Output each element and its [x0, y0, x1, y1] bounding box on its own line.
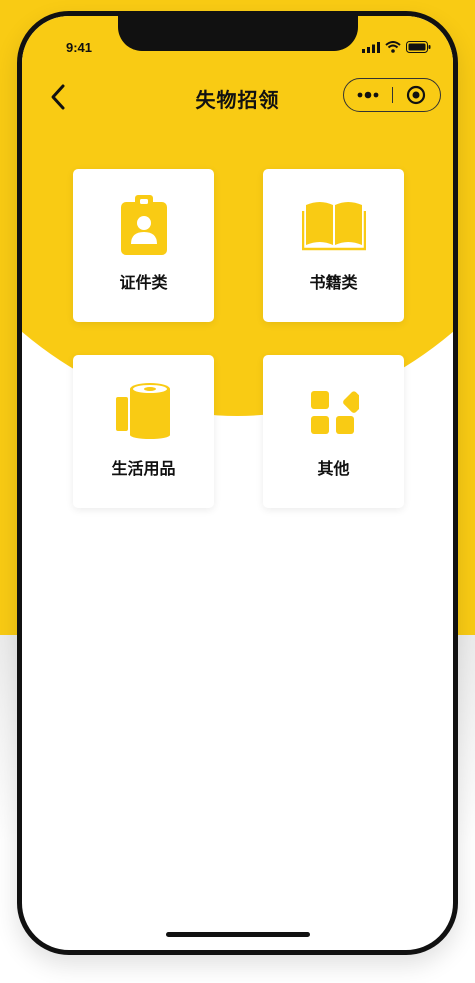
close-miniprogram-button[interactable] [393, 79, 441, 111]
category-card-id[interactable]: 证件类 [73, 169, 214, 322]
category-card-other[interactable]: 其他 [263, 355, 404, 508]
category-card-books[interactable]: 书籍类 [263, 169, 404, 322]
miniprogram-capsule [343, 78, 441, 112]
tissue-roll-icon [115, 383, 170, 439]
battery-icon [406, 41, 431, 53]
apps-grid-icon [310, 391, 359, 434]
home-indicator [166, 932, 310, 937]
status-time: 9:41 [66, 40, 93, 55]
more-dots-icon [357, 91, 379, 99]
category-label: 其他 [317, 461, 350, 478]
category-label: 证件类 [119, 275, 168, 292]
category-label: 生活用品 [111, 461, 176, 478]
more-button[interactable] [344, 79, 392, 111]
status-icons [362, 41, 431, 53]
id-badge-icon [120, 195, 167, 255]
phone-notch [118, 16, 358, 51]
phone-frame: 9:41 失物招领 证件类 书籍类 生活用品 其他 [17, 11, 458, 955]
book-icon [301, 202, 366, 251]
signal-icon [362, 41, 380, 53]
target-close-icon [407, 85, 426, 105]
category-label: 书籍类 [309, 275, 358, 292]
category-card-daily[interactable]: 生活用品 [73, 355, 214, 508]
wifi-icon [385, 41, 401, 53]
